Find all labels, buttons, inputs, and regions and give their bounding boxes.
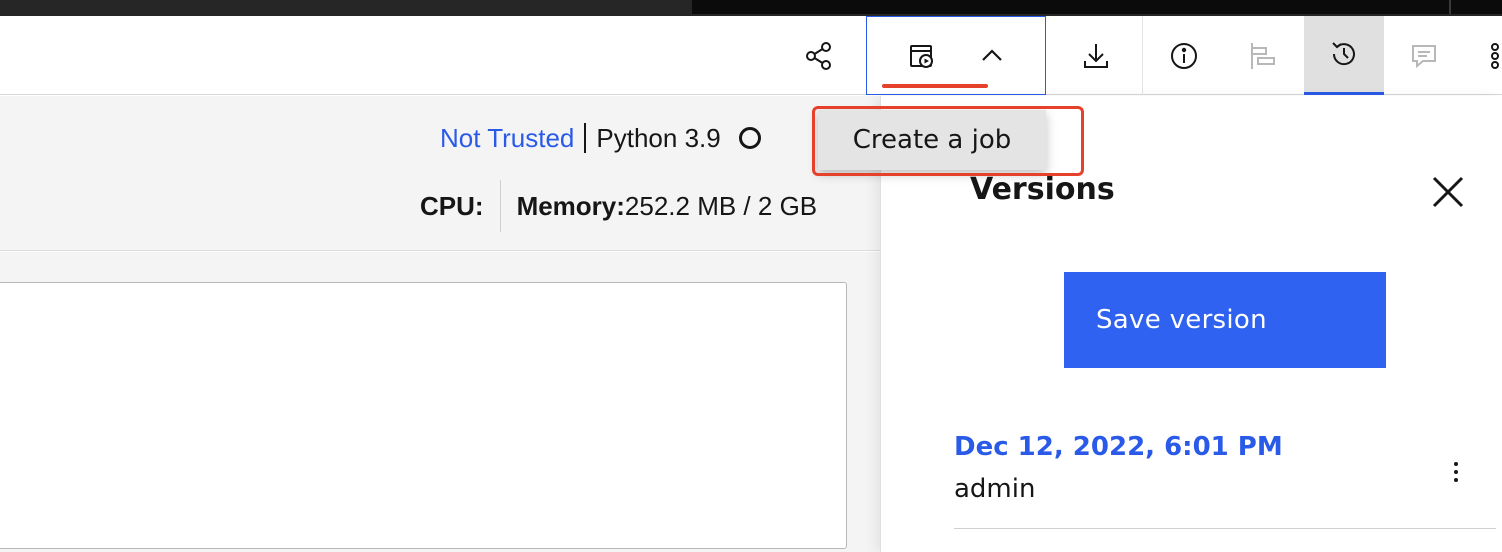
version-divider [954,528,1496,529]
timeline-button[interactable] [1230,16,1298,95]
toolbar-divider [1142,16,1143,95]
download-icon [1084,43,1108,68]
version-history-button[interactable] [1304,16,1384,95]
close-panel-button[interactable] [1426,170,1470,214]
save-version-button[interactable]: Save version [1064,272,1386,368]
overflow-dot [1454,470,1458,474]
info-button[interactable] [1150,16,1218,95]
memory-label: Memory: [516,190,625,221]
window-top-bar-dark [692,0,1502,14]
more-options-button[interactable] [1480,16,1502,95]
info-icon [1171,42,1197,69]
resource-usage: CPU: Memory:252.2 MB / 2 GB [420,180,817,232]
kernel-idle-indicator [738,127,761,149]
close-icon [1432,176,1464,208]
comment-icon [1412,44,1436,68]
trust-status-link[interactable]: Not Trusted [440,123,587,153]
version-date-link[interactable]: Dec 12, 2022, 6:01 PM [954,432,1283,462]
versions-panel-title: Versions [970,172,1115,207]
cpu-label: CPU: [420,180,501,232]
more-icon [1491,42,1499,69]
kernel-status: Not Trusted Python 3.9 [440,118,761,158]
jobs-button-annotation-underline [882,84,988,88]
memory-usage: Memory:252.2 MB / 2 GB [501,191,818,222]
code-cell[interactable] [0,282,847,549]
comments-button[interactable] [1392,16,1456,95]
version-overflow-menu-button[interactable] [1442,456,1470,488]
timeline-icon [1251,42,1275,69]
job-schedule-icon [910,44,933,68]
kernel-name[interactable]: Python 3.9 [586,123,720,154]
window-top-bar-divider [1449,0,1451,14]
history-icon [1332,42,1355,66]
download-button[interactable] [1066,16,1126,95]
share-icon [806,41,831,70]
version-author: admin [954,474,1036,504]
share-button[interactable] [790,16,848,95]
chevron-up-icon [982,48,1002,61]
memory-value: 252.2 MB / 2 GB [624,190,818,221]
annotation-highlight-box [812,106,1084,176]
overflow-dot [1454,462,1458,466]
overflow-dot [1454,478,1458,482]
